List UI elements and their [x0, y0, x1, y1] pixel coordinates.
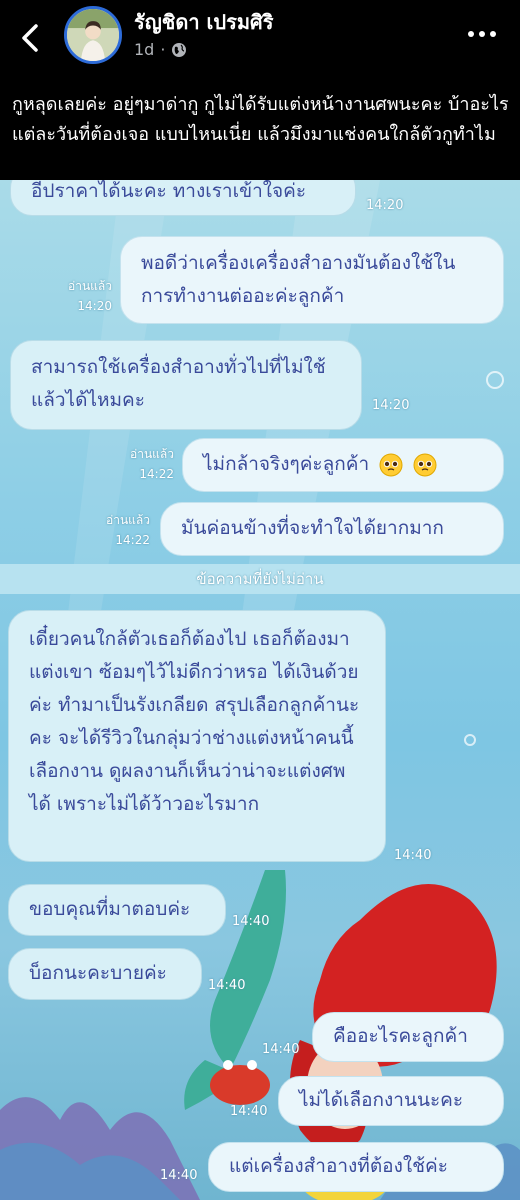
message-incoming[interactable]: บ็อกนะคะบายค่ะ	[8, 948, 202, 1000]
message-time: 14:20	[372, 398, 410, 413]
message-time: 14:20	[366, 198, 404, 213]
message-text: พอดีว่าเครื่องเครื่องสำอางมันต้องใช้ในกา…	[141, 252, 456, 307]
message-text: มันค่อนข้างที่จะทำใจได้ยากมาก	[181, 517, 444, 539]
avatar[interactable]	[64, 6, 122, 64]
poster-name[interactable]: รัญชิดา เปรมศิริ	[134, 6, 273, 38]
read-label: อ่านแล้ว	[106, 513, 150, 527]
read-receipt: อ่านแล้ว 14:22	[90, 510, 150, 550]
unread-divider: ข้อความที่ยังไม่อ่าน	[0, 564, 520, 594]
message-incoming[interactable]: อีปราคาได้นะคะ ทางเราเข้าใจค่ะ	[10, 180, 356, 216]
message-outgoing[interactable]: ไม่กล้าจริงๆค่ะลูกค้า	[182, 438, 504, 492]
message-text: บ็อกนะคะบายค่ะ	[29, 962, 167, 984]
message-time: 14:40	[230, 1104, 268, 1119]
message-incoming[interactable]: สามารถใช้เครื่องสำอางทั่วไปที่ไม่ใช้แล้ว…	[10, 340, 362, 430]
more-dot	[490, 31, 496, 37]
message-time: 14:40	[394, 848, 432, 863]
read-label: อ่านแล้ว	[130, 447, 174, 461]
message-time: 14:40	[208, 978, 246, 993]
meta-dot: ·	[160, 40, 166, 59]
message-outgoing[interactable]: มันค่อนข้างที่จะทำใจได้ยากมาก	[160, 502, 504, 556]
post-time: 1d	[134, 40, 155, 59]
message-text: อีปราคาได้นะคะ ทางเราเข้าใจค่ะ	[31, 180, 307, 202]
pleading-face-emoji	[379, 453, 403, 476]
message-time: 14:22	[139, 467, 174, 481]
message-text: เดี๋ยวคนใกล้ตัวเธอก็ต้องไป เธอก็ต้องมาแต…	[29, 628, 360, 815]
read-receipt: อ่านแล้ว 14:20	[52, 276, 112, 316]
read-label: อ่านแล้ว	[68, 279, 112, 293]
more-dots-icon	[468, 31, 474, 37]
message-text: ไม่กล้าจริงๆค่ะลูกค้า	[203, 453, 370, 475]
message-outgoing[interactable]: พอดีว่าเครื่องเครื่องสำอางมันต้องใช้ในกา…	[120, 236, 504, 324]
more-options-button[interactable]	[468, 24, 504, 44]
avatar-image	[67, 9, 119, 61]
message-text: ไม่ได้เลือกงานนะคะ	[299, 1089, 464, 1111]
post-header: รัญชิดา เปรมศิริ 1d · กูหลุดเลยค่ะ อยู่ๆ…	[0, 0, 520, 180]
chevron-left-icon	[22, 24, 38, 52]
message-outgoing[interactable]: คืออะไรคะลูกค้า	[312, 1012, 504, 1062]
more-dot	[479, 31, 485, 37]
read-receipt: อ่านแล้ว 14:22	[114, 444, 174, 484]
message-incoming[interactable]: เดี๋ยวคนใกล้ตัวเธอก็ต้องไป เธอก็ต้องมาแต…	[8, 610, 386, 862]
message-outgoing[interactable]: ไม่ได้เลือกงานนะคะ	[278, 1076, 504, 1126]
message-text: แต่เครื่องสำอางที่ต้องใช้ค่ะ	[229, 1155, 448, 1177]
pleading-face-emoji	[413, 453, 437, 476]
message-text: ขอบคุณที่มาตอบค่ะ	[29, 898, 191, 920]
message-text: คืออะไรคะลูกค้า	[333, 1025, 468, 1047]
post-meta: 1d ·	[134, 40, 187, 59]
chat-screenshot: อีปราคาได้นะคะ ทางเราเข้าใจค่ะ 14:20 อ่า…	[0, 180, 520, 1200]
message-time: 14:20	[77, 299, 112, 313]
globe-icon	[172, 42, 187, 57]
message-incoming[interactable]: ขอบคุณที่มาตอบค่ะ	[8, 884, 226, 936]
back-button[interactable]	[14, 18, 48, 58]
message-time: 14:40	[232, 914, 270, 929]
post-caption: กูหลุดเลยค่ะ อยู่ๆมาด่ากู กูไม่ได้รับแต่…	[12, 94, 509, 145]
message-time: 14:22	[115, 533, 150, 547]
message-outgoing[interactable]: แต่เครื่องสำอางที่ต้องใช้ค่ะ	[208, 1142, 504, 1192]
message-time: 14:40	[160, 1168, 198, 1183]
message-text: สามารถใช้เครื่องสำอางทั่วไปที่ไม่ใช้แล้ว…	[31, 356, 326, 411]
message-time: 14:40	[262, 1042, 300, 1057]
